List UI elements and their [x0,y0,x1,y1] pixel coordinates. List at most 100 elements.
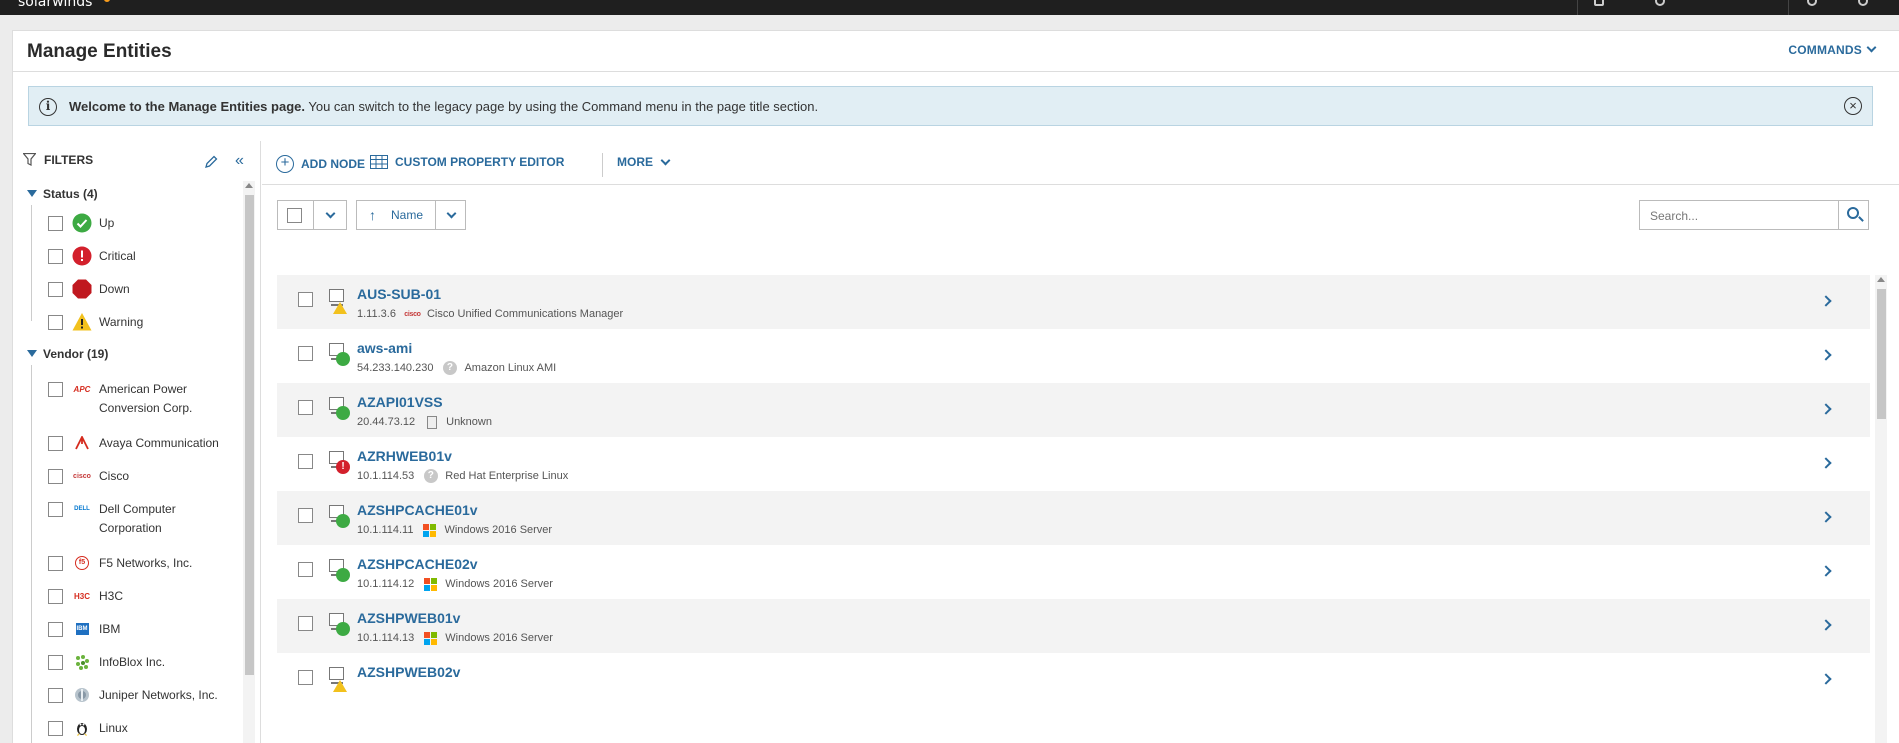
row-checkbox[interactable] [298,508,313,523]
table-row[interactable]: ! AZRHWEB01v 10.1.114.53? Red Hat Enterpr… [277,437,1870,491]
filter-vendor-linux[interactable]: Linux [48,721,238,738]
select-all-checkbox[interactable] [287,208,302,223]
vendor-icon-text: H3C [73,591,90,601]
chevron-right-icon[interactable] [1820,565,1832,577]
solarwinds-logo[interactable]: solarwinds [18,0,92,10]
filter-vendor-h3c[interactable]: H3C H3C [48,589,238,606]
custom-property-editor-button[interactable]: CUSTOM PROPERTY EDITOR [370,155,564,169]
filter-status-up[interactable]: Up [48,213,238,233]
node-name-link[interactable]: aws-ami [357,340,412,356]
checkbox[interactable] [48,721,63,736]
chevron-right-icon[interactable] [1820,673,1832,685]
node-ip: 54.233.140.230 [357,362,434,374]
vendor-filter-group[interactable]: Vendor (19) [27,347,108,361]
table-row[interactable]: AZSHPWEB02v [277,653,1870,707]
pencil-icon[interactable] [204,155,218,169]
checkbox[interactable] [48,282,63,297]
filter-vendor-ibm[interactable]: IBM IBM [48,622,238,639]
table-row[interactable]: AZAPI01VSS 20.44.73.12 Unknown [277,383,1870,437]
checkbox[interactable] [48,688,63,703]
select-options-chevron-icon[interactable] [325,208,336,219]
search-input[interactable]: Search... [1650,209,1698,223]
node-name-link[interactable]: AZSHPWEB02v [357,664,460,680]
table-row[interactable]: AZSHPCACHE01v 10.1.114.11 Windows 2016 Se… [277,491,1870,545]
search-icon[interactable] [1807,0,1817,6]
chevron-right-icon[interactable] [1820,349,1832,361]
checkbox[interactable] [48,469,63,484]
table-row[interactable]: AZSHPCACHE02v 10.1.114.12 Windows 2016 Se… [277,545,1870,599]
more-menu-button[interactable]: MORE [617,155,671,169]
search-button[interactable] [1838,201,1868,229]
sort-field-label[interactable]: Name [391,208,423,222]
row-checkbox[interactable] [298,400,313,415]
status-filter-group[interactable]: Status (4) [27,187,98,201]
row-checkbox[interactable] [298,292,313,307]
notification-icon[interactable] [1594,0,1604,6]
checkbox[interactable] [48,655,63,670]
chevron-right-icon[interactable] [1820,295,1832,307]
scroll-up-arrow-icon[interactable] [245,183,253,188]
filter-status-down[interactable]: Down [48,279,238,299]
filter-vendor-avaya[interactable]: Avaya Communication [48,436,238,453]
row-checkbox[interactable] [298,346,313,361]
checkbox[interactable] [48,556,63,571]
add-node-button[interactable]: + ADD NODE [276,155,365,173]
node-name-link[interactable]: AZSHPCACHE01v [357,502,478,518]
node-name-link[interactable]: AUS-SUB-01 [357,286,441,302]
user-icon[interactable] [1655,0,1665,6]
filter-vendor-f5[interactable]: f5 F5 Networks, Inc. [48,556,238,573]
juniper-logo-icon [72,685,92,705]
commands-label: COMMANDS [1788,43,1862,57]
commands-menu-button[interactable]: COMMANDS [1788,42,1877,57]
checkbox[interactable] [48,622,63,637]
chevron-right-icon[interactable] [1820,457,1832,469]
sort-field-chevron-icon[interactable] [446,208,457,219]
checkbox[interactable] [48,436,63,451]
scrollbar-thumb[interactable] [245,195,254,675]
filter-vendor-infoblox[interactable]: InfoBlox Inc. [48,655,238,672]
row-checkbox[interactable] [298,562,313,577]
node-name-link[interactable]: AZSHPWEB01v [357,610,460,626]
table-row[interactable]: AUS-SUB-01 1.11.3.6 cisco Cisco Unified Co… [277,275,1870,329]
row-checkbox[interactable] [298,454,313,469]
checkbox[interactable] [48,216,63,231]
node-os: Windows 2016 Server [445,632,553,644]
filter-status-warning[interactable]: Warning [48,313,238,332]
custom-property-editor-label: CUSTOM PROPERTY EDITOR [395,155,565,169]
table-row[interactable]: aws-ami 54.233.140.230? Amazon Linux AMI [277,329,1870,383]
help-icon[interactable] [1858,0,1868,6]
row-checkbox[interactable] [298,670,313,685]
toolbar-divider [602,153,603,177]
scrollbar-thumb[interactable] [1877,289,1886,419]
row-checkbox[interactable] [298,616,313,631]
collapse-sidebar-icon[interactable]: « [235,152,244,170]
list-scrollbar[interactable] [1875,275,1887,743]
node-ip: 10.1.114.11 [357,524,414,536]
chevron-right-icon[interactable] [1820,403,1832,415]
node-name-link[interactable]: AZAPI01VSS [357,394,443,410]
node-os: Cisco Unified Communications Manager [426,308,624,320]
node-name-link[interactable]: AZSHPCACHE02v [357,556,478,572]
checkbox[interactable] [48,502,63,517]
avaya-logo-icon [72,433,92,453]
filter-vendor-apc[interactable]: APC American Power Conversion Corp. [48,382,238,418]
chevron-down-icon [1866,42,1877,53]
table-row[interactable]: AZSHPWEB01v 10.1.114.13 Windows 2016 Serv… [277,599,1870,653]
node-name-link[interactable]: AZRHWEB01v [357,448,452,464]
filters-scrollbar[interactable] [243,181,255,743]
sort-ascending-icon[interactable]: ↑ [369,207,376,223]
filter-status-critical[interactable]: Critical [48,246,238,266]
checkbox[interactable] [48,382,63,397]
close-icon[interactable]: × [1844,97,1862,115]
checkbox[interactable] [48,315,63,330]
checkbox[interactable] [48,589,63,604]
filter-vendor-dell[interactable]: DELL Dell Computer Corporation [48,502,238,538]
chevron-right-icon[interactable] [1820,619,1832,631]
scroll-up-arrow-icon[interactable] [1877,277,1885,282]
node-details: 20.44.73.12 Unknown [357,415,492,429]
chevron-right-icon[interactable] [1820,511,1832,523]
filter-vendor-juniper[interactable]: Juniper Networks, Inc. [48,688,238,705]
checkbox[interactable] [48,249,63,264]
ibm-logo-icon: IBM [72,619,92,639]
filter-vendor-cisco[interactable]: cisco Cisco [48,469,238,486]
